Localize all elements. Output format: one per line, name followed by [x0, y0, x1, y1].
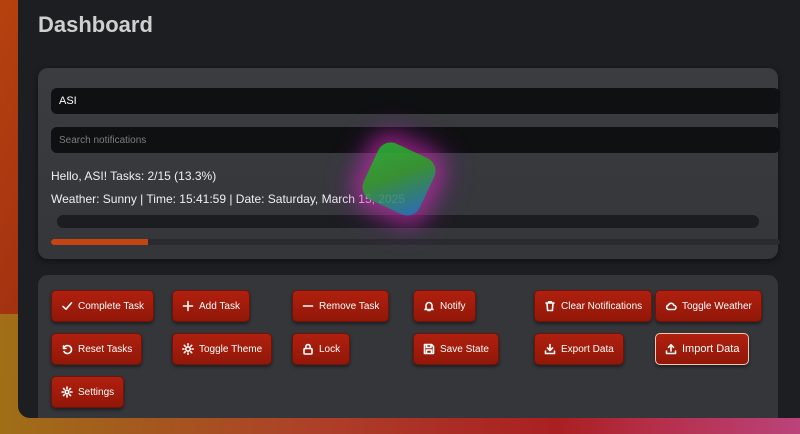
settings-button[interactable]: Settings	[51, 376, 125, 408]
rotate-icon	[61, 343, 73, 355]
trash-icon	[544, 300, 556, 312]
reset-tasks-button[interactable]: Reset Tasks	[51, 333, 143, 365]
check-icon	[61, 300, 73, 312]
clear-notifications-button[interactable]: Clear Notifications	[534, 290, 653, 322]
plus-icon	[182, 300, 194, 312]
page-title: Dashboard	[38, 12, 153, 37]
add-task-button[interactable]: Add Task	[172, 290, 250, 322]
upload-icon	[665, 343, 677, 355]
dashboard-container: Dashboard Hello, ASI! Tasks: 2/15 (13.3%…	[18, 0, 800, 418]
save-state-button[interactable]: Save State	[413, 333, 499, 365]
status-panel: Hello, ASI! Tasks: 2/15 (13.3%) Weather:…	[38, 68, 780, 259]
gear-icon	[61, 386, 73, 398]
floppy-icon	[423, 343, 435, 355]
lock-icon	[302, 343, 314, 355]
greeting-text: Hello, ASI! Tasks: 2/15 (13.3%)	[51, 169, 217, 183]
toggle-weather-button[interactable]: Toggle Weather	[655, 290, 762, 322]
task-progress-fill	[51, 239, 148, 245]
bell-icon	[423, 300, 435, 312]
download-icon	[544, 343, 556, 355]
search-notifications-input[interactable]	[51, 127, 780, 153]
lock-button[interactable]: Lock	[292, 333, 351, 365]
action-panel: Complete Task Add Task Remove Task Notif…	[38, 275, 778, 418]
sun-icon	[182, 343, 194, 355]
import-data-button[interactable]: Import Data	[655, 333, 750, 365]
notify-button[interactable]: Notify	[413, 290, 476, 322]
remove-task-button[interactable]: Remove Task	[292, 290, 390, 322]
weather-time-date-text: Weather: Sunny | Time: 15:41:59 | Date: …	[51, 192, 405, 206]
toggle-theme-button[interactable]: Toggle Theme	[172, 333, 273, 365]
complete-task-button[interactable]: Complete Task	[51, 290, 154, 322]
slider-track[interactable]	[57, 215, 759, 228]
name-input[interactable]	[51, 88, 780, 114]
minus-icon	[302, 300, 314, 312]
export-data-button[interactable]: Export Data	[534, 333, 624, 365]
task-progress-bar	[51, 239, 780, 245]
cloud-icon	[665, 300, 677, 312]
